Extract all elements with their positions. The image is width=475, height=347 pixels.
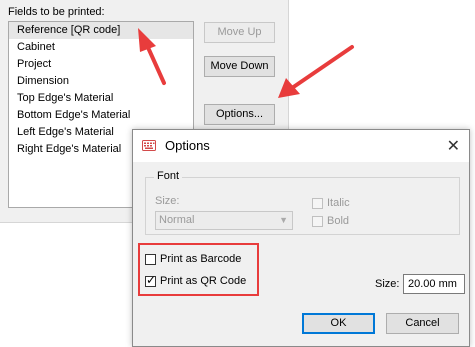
size-input[interactable]: 20.00 mm (403, 274, 465, 294)
list-item[interactable]: Reference [QR code] (9, 22, 193, 39)
arrow-annotation-to-options (278, 45, 354, 98)
italic-checkbox[interactable] (312, 198, 323, 209)
italic-label: Italic (327, 197, 350, 209)
font-legend: Font (154, 170, 183, 182)
print-barcode-checkbox[interactable] (145, 254, 156, 265)
dialog-titlebar: Options ✕ (133, 130, 469, 162)
font-size-label: Size: (155, 195, 180, 207)
chevron-down-icon: ▼ (279, 215, 288, 225)
cancel-button[interactable]: Cancel (386, 313, 459, 334)
dialog-title: Options (165, 138, 210, 153)
print-qrcode-checkbox[interactable]: ✓ (145, 273, 157, 287)
keyboard-icon (142, 140, 156, 151)
ok-button[interactable]: OK (302, 313, 375, 334)
print-barcode-label: Print as Barcode (160, 253, 242, 265)
options-button[interactable]: Options... (204, 104, 275, 125)
font-group: Font Size: Normal ▼ Italic Bold (145, 170, 460, 235)
move-up-button[interactable]: Move Up (204, 22, 275, 43)
print-options-highlight (138, 243, 259, 296)
print-qrcode-label: Print as QR Code (160, 275, 247, 287)
list-item[interactable]: Dimension (9, 73, 193, 90)
list-item[interactable]: Bottom Edge's Material (9, 107, 193, 124)
close-icon[interactable]: ✕ (447, 136, 460, 156)
bold-label: Bold (327, 215, 350, 227)
bold-checkbox[interactable] (312, 216, 323, 227)
options-dialog: Options ✕ Font Size: Normal ▼ Italic Bol… (132, 129, 470, 347)
list-item[interactable]: Top Edge's Material (9, 90, 193, 107)
font-size-value: Normal (159, 214, 195, 226)
list-item[interactable]: Cabinet (9, 39, 193, 56)
size-label: Size: (375, 278, 400, 290)
fields-label: Fields to be printed: (8, 6, 105, 18)
font-size-select[interactable]: Normal ▼ (155, 211, 293, 230)
list-item[interactable]: Project (9, 56, 193, 73)
checkmark-icon: ✓ (146, 273, 157, 287)
move-down-button[interactable]: Move Down (204, 56, 275, 77)
